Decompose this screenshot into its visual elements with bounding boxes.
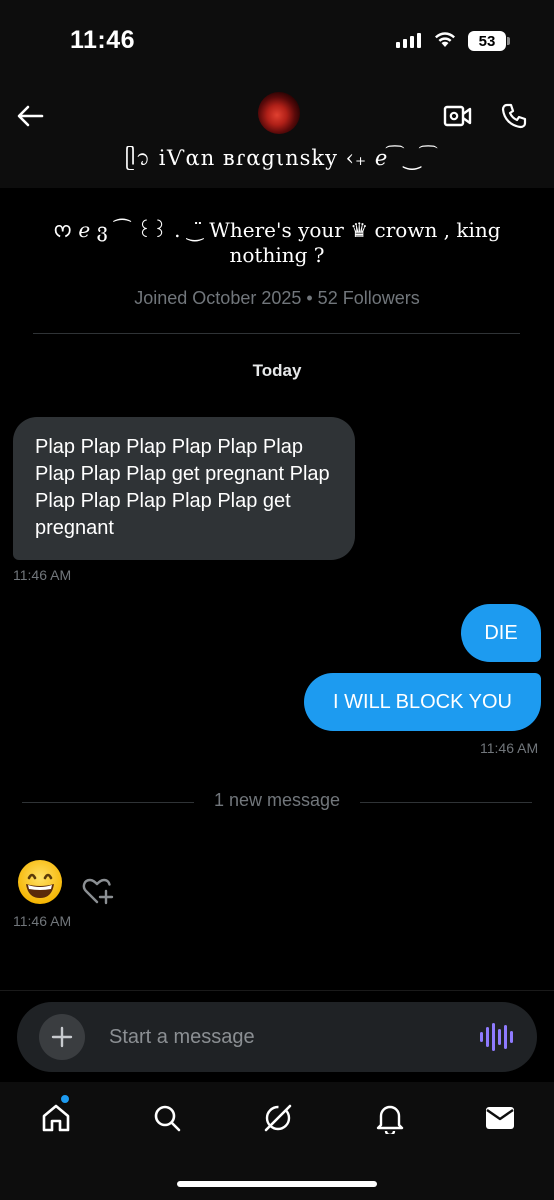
home-indicator xyxy=(177,1181,377,1187)
message-timestamp: 11:46 AM xyxy=(13,913,72,929)
add-media-button[interactable] xyxy=(39,1014,85,1060)
back-arrow-icon xyxy=(17,105,44,127)
plus-icon xyxy=(51,1026,73,1048)
outgoing-message-bubble[interactable]: DIE xyxy=(461,604,541,662)
phone-icon xyxy=(501,103,527,129)
message-timestamp: 11:46 AM xyxy=(13,567,72,583)
incoming-message-bubble[interactable]: Plap Plap Plap Plap Plap Plap Plap Plap … xyxy=(13,417,355,560)
cellular-signal-icon xyxy=(396,32,421,48)
video-call-button[interactable] xyxy=(440,98,476,134)
home-icon xyxy=(42,1104,70,1132)
message-text: I WILL BLOCK YOU xyxy=(333,690,512,713)
message-timestamp: 11:46 AM xyxy=(480,740,539,756)
grinning-emoji-message[interactable] xyxy=(16,858,64,906)
outgoing-message-bubble[interactable]: I WILL BLOCK YOU xyxy=(304,673,541,731)
search-icon xyxy=(154,1105,181,1132)
home-notification-dot xyxy=(60,1094,70,1104)
message-composer xyxy=(17,1002,537,1072)
new-message-divider: 1 new message xyxy=(213,790,341,810)
section-divider xyxy=(33,333,520,334)
phone-call-button[interactable] xyxy=(496,98,532,134)
battery-level: 53 xyxy=(468,31,506,51)
conversation-header: ᥫ᭡ iѴαn ʙɾαgιnsky ‹₊ ℯ ͡ ‿ ͡ xyxy=(0,84,554,188)
grok-icon xyxy=(264,1104,292,1132)
tab-grok[interactable] xyxy=(258,1098,298,1138)
tab-search[interactable] xyxy=(147,1098,187,1138)
display-name[interactable]: ᥫ᭡ iѴαn ʙɾαgιnsky ‹₊ ℯ ͡ ‿ ͡ xyxy=(0,144,554,181)
bell-icon xyxy=(376,1105,404,1134)
tab-messages[interactable] xyxy=(480,1098,520,1138)
battery-tip xyxy=(507,37,510,45)
wifi-icon xyxy=(435,32,455,47)
profile-bio: ᰔ ℯ ვ ⁀ ꒰꒱ . ‿̈ Where's your ♛ crown , k… xyxy=(53,218,501,267)
video-call-icon xyxy=(443,105,472,127)
message-text: DIE xyxy=(484,621,518,644)
add-reaction-icon[interactable] xyxy=(80,874,114,908)
back-button[interactable] xyxy=(14,100,46,132)
profile-joined-followers: Joined October 2025 • 52 Followers xyxy=(134,288,420,308)
tab-home[interactable] xyxy=(36,1098,76,1138)
avatar[interactable] xyxy=(258,92,300,134)
day-separator: Today xyxy=(252,361,302,380)
message-input[interactable] xyxy=(109,1022,449,1052)
status-time: 11:46 xyxy=(70,26,136,54)
tab-notifications[interactable] xyxy=(370,1098,410,1138)
voice-message-button[interactable] xyxy=(479,1022,513,1052)
envelope-icon xyxy=(486,1107,514,1129)
status-bar: 11:46 53 xyxy=(0,0,554,84)
